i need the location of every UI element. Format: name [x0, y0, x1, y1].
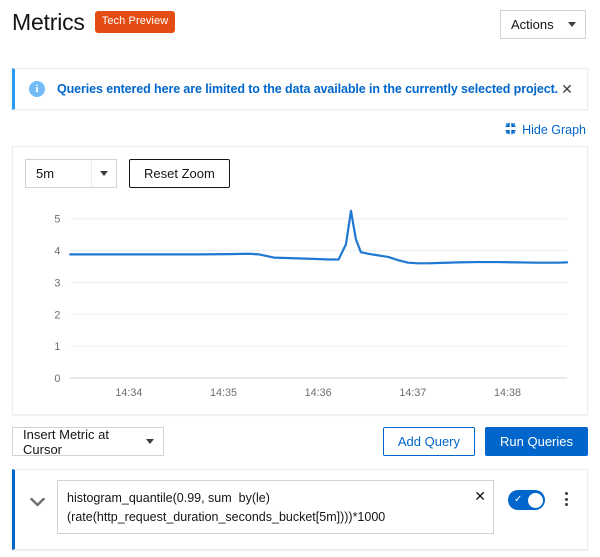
chevron-down-icon	[146, 439, 154, 444]
chevron-down-icon	[100, 171, 108, 176]
chart-svg: 0 1 2 3 4 5 14:34 14:35 14:36 14:37 14:38	[54, 198, 575, 399]
kebab-dot	[564, 497, 568, 501]
chevron-down-icon	[29, 497, 45, 507]
x-tick-label: 14:37	[399, 387, 426, 399]
hide-graph-row: Hide Graph	[0, 110, 600, 138]
graph-toolbar: 5m Reset Zoom	[25, 159, 575, 188]
y-tick-label: 4	[54, 246, 60, 258]
alert-message: Queries entered here are limited to the …	[57, 82, 559, 96]
x-tick-label: 14:36	[305, 387, 332, 399]
chart-x-axis-ticks: 14:34 14:35 14:36 14:37 14:38	[115, 387, 521, 399]
graph-card: 5m Reset Zoom 012345 14:34 14:35 14:36 14:3…	[12, 146, 588, 415]
query-toolbar: Insert Metric at Cursor Add Query Run Qu…	[0, 415, 600, 457]
page-header: Metrics Tech Preview Actions	[0, 0, 600, 46]
actions-dropdown-label: Actions	[511, 17, 554, 32]
y-tick-label: 0	[54, 373, 60, 385]
title-group: Metrics Tech Preview	[12, 8, 176, 36]
page-title: Metrics	[12, 9, 85, 35]
query-row: ✕ ✓	[12, 469, 588, 550]
y-tick-label: 5	[54, 214, 60, 226]
x-tick-label: 14:35	[210, 387, 237, 399]
kebab-dot	[564, 503, 568, 506]
toggle-knob	[527, 492, 543, 508]
info-alert: i Queries entered here are limited to th…	[12, 68, 588, 110]
insert-metric-label: Insert Metric at Cursor	[23, 426, 109, 457]
actions-dropdown[interactable]: Actions	[500, 10, 586, 39]
hide-graph-label: Hide Graph	[522, 123, 586, 137]
query-enabled-toggle[interactable]: ✓	[508, 490, 545, 510]
chart-y-axis-ticks: 0 1 2 3 4 5	[54, 214, 60, 385]
kebab-dot	[564, 492, 568, 495]
y-tick-label: 3	[54, 277, 60, 289]
expand-query-button[interactable]	[23, 488, 51, 516]
y-tick-label: 1	[54, 341, 60, 353]
query-input[interactable]	[57, 480, 494, 534]
info-circle-icon: i	[29, 81, 45, 97]
close-icon[interactable]: ✕	[557, 79, 577, 99]
reset-zoom-button[interactable]: Reset Zoom	[129, 159, 230, 188]
hide-graph-link[interactable]: Hide Graph	[504, 122, 586, 138]
x-tick-label: 14:38	[494, 387, 521, 399]
timespan-value: 5m	[36, 166, 55, 181]
check-icon: ✓	[514, 494, 523, 505]
query-field-wrap: ✕	[57, 480, 494, 539]
insert-metric-dropdown[interactable]: Insert Metric at Cursor	[12, 426, 164, 457]
chevron-down-icon	[568, 22, 576, 27]
clear-query-icon[interactable]: ✕	[474, 489, 486, 503]
run-queries-button[interactable]: Run Queries	[485, 427, 588, 456]
query-toolbar-buttons: Add Query Run Queries	[382, 427, 588, 456]
chart-gridlines	[70, 218, 568, 379]
tech-preview-badge: Tech Preview	[94, 11, 176, 33]
timespan-caret-wrap	[91, 160, 108, 187]
y-tick-label: 2	[54, 309, 60, 321]
more-vertical-icon[interactable]	[555, 492, 577, 506]
x-tick-label: 14:34	[115, 387, 142, 399]
compress-arrows-icon	[504, 122, 517, 138]
add-query-button[interactable]: Add Query	[382, 427, 476, 456]
metrics-chart[interactable]: 0 1 2 3 4 5 14:34 14:35 14:36 14:37 14:38	[25, 198, 575, 408]
timespan-dropdown[interactable]: 5m	[25, 159, 117, 188]
